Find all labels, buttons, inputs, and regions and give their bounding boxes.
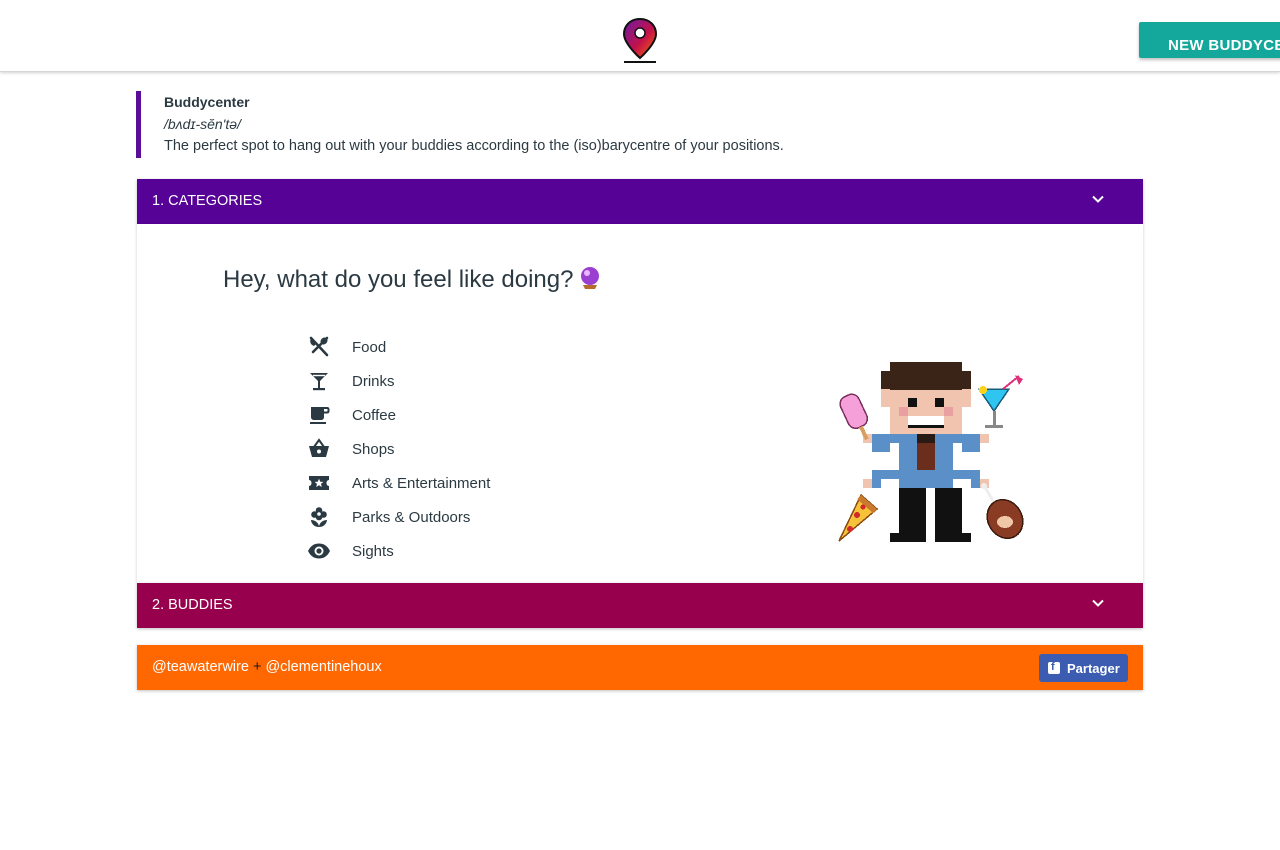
- category-label: Drinks: [352, 372, 395, 390]
- footer-bar: @teawaterwire + @clementinehoux Partager: [137, 645, 1143, 690]
- category-item-sights[interactable]: Sights: [307, 534, 490, 568]
- crystal-ball-icon: [581, 267, 600, 289]
- buddies-panel-header[interactable]: 2. BUDDIES: [137, 583, 1143, 628]
- ticket-star-icon: [309, 476, 329, 490]
- definition-text: The perfect spot to hang out with your b…: [164, 138, 784, 154]
- map-pin-logo-icon[interactable]: [620, 16, 660, 66]
- chevron-down-icon[interactable]: [1091, 192, 1105, 206]
- category-label: Parks & Outdoors: [352, 508, 471, 526]
- question-text: Hey, what do you feel like doing?: [223, 266, 574, 293]
- chevron-down-icon[interactable]: [1091, 596, 1105, 610]
- category-label: Sights: [352, 542, 394, 560]
- definition-phonetic: /bʌdɪ-sĕn'tə/: [164, 116, 241, 132]
- category-item-drinks[interactable]: Drinks: [307, 364, 490, 398]
- facebook-share-button[interactable]: Partager: [1039, 654, 1128, 682]
- author-link-teawaterwire[interactable]: @teawaterwire: [152, 659, 249, 675]
- categories-question: Hey, what do you feel like doing?: [223, 266, 601, 294]
- categories-panel-title: 1. CATEGORIES: [152, 193, 263, 209]
- author-link-clementinehoux[interactable]: @clementinehoux: [265, 659, 381, 675]
- coffee-cup-icon: [310, 407, 330, 424]
- category-item-shops[interactable]: Shops: [307, 432, 490, 466]
- basket-icon: [309, 438, 329, 457]
- category-list: Food Drinks Coffee Shops Arts & Entertai…: [307, 330, 490, 568]
- definition-term: Buddycenter: [164, 94, 250, 110]
- top-bar: NEW BUDDYCENTER: [0, 0, 1280, 72]
- category-item-arts[interactable]: Arts & Entertainment: [307, 466, 490, 500]
- category-item-coffee[interactable]: Coffee: [307, 398, 490, 432]
- category-item-parks[interactable]: Parks & Outdoors: [307, 500, 490, 534]
- category-label: Shops: [352, 440, 395, 458]
- new-buddycenter-button[interactable]: NEW BUDDYCENTER: [1139, 22, 1280, 58]
- facebook-icon: [1048, 661, 1060, 674]
- category-label: Coffee: [352, 406, 396, 424]
- category-label: Arts & Entertainment: [352, 474, 491, 492]
- categories-panel-body: Hey, what do you feel like doing? Food D: [137, 224, 1143, 583]
- eye-icon: [308, 543, 330, 559]
- credits: @teawaterwire + @clementinehoux: [152, 659, 382, 675]
- share-button-label: Partager: [1067, 660, 1120, 676]
- cocktail-icon: [310, 373, 328, 391]
- plus-separator: +: [252, 659, 262, 675]
- category-item-food[interactable]: Food: [307, 330, 490, 364]
- categories-panel-header[interactable]: 1. CATEGORIES: [137, 179, 1143, 224]
- flower-icon: [311, 507, 327, 527]
- category-label: Food: [352, 338, 387, 356]
- buddies-panel-title: 2. BUDDIES: [152, 597, 233, 613]
- fork-spoon-icon: [309, 336, 329, 357]
- definition-block: Buddycenter /bʌdɪ-sĕn'tə/ The perfect sp…: [136, 91, 1136, 158]
- pixel-character-illustration: [838, 362, 1024, 542]
